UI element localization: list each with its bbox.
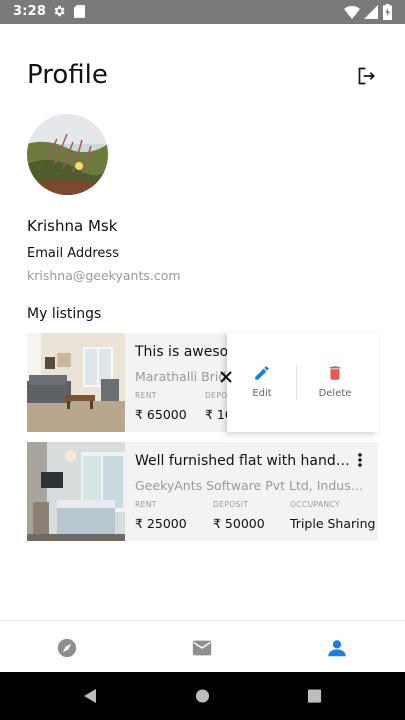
logout-icon[interactable] <box>357 66 377 86</box>
occupancy-value: Triple Sharing <box>290 516 376 531</box>
gear-icon <box>54 5 65 17</box>
occupancy-label: OCCUPANCY <box>290 500 340 509</box>
listing-thumbnail <box>27 333 125 432</box>
email-label: Email Address <box>27 246 119 261</box>
home-icon[interactable] <box>195 688 210 704</box>
page-title: Profile <box>27 60 108 90</box>
more-vertical-icon[interactable] <box>353 452 367 468</box>
profile-name: Krishna Msk <box>27 217 118 235</box>
signal-icon <box>364 5 378 19</box>
back-icon[interactable] <box>82 688 98 704</box>
recents-icon[interactable] <box>307 688 322 704</box>
sd-card-icon <box>74 5 85 18</box>
listing-action-menu: Edit Delete <box>227 333 378 432</box>
listing-card[interactable]: Well furnished flat with handcrafted Gee… <box>27 442 378 541</box>
rent-label: RENT <box>135 500 157 509</box>
tab-profile[interactable] <box>270 621 405 673</box>
battery-icon <box>383 4 392 20</box>
rent-value: ₹ 25000 <box>135 516 187 531</box>
system-navigation-bar <box>0 672 405 720</box>
wifi-icon <box>344 6 360 19</box>
mail-icon <box>192 640 212 656</box>
deposit-value: ₹ 50000 <box>213 516 265 531</box>
my-listings-title: My listings <box>27 306 102 322</box>
rent-value: ₹ 65000 <box>135 407 187 422</box>
bottom-navigation <box>0 620 405 672</box>
close-icon[interactable] <box>218 369 234 385</box>
pencil-icon <box>255 366 269 380</box>
email-value: krishna@geekyants.com <box>27 268 181 283</box>
tab-messages[interactable] <box>135 621 270 673</box>
compass-icon <box>57 638 77 658</box>
status-bar: 3:28 <box>0 0 405 24</box>
status-time: 3:28 <box>13 4 47 19</box>
trash-icon <box>329 366 341 380</box>
rent-label: RENT <box>135 391 157 400</box>
edit-label: Edit <box>252 388 272 399</box>
listing-title: Well furnished flat with handcrafted <box>135 453 350 469</box>
listing-address: GeekyAnts Software Pvt Ltd, Industrial A… <box>135 478 367 493</box>
delete-label: Delete <box>318 388 352 399</box>
divider <box>296 365 297 400</box>
tab-explore[interactable] <box>0 621 135 673</box>
avatar <box>27 114 108 195</box>
delete-button[interactable]: Delete <box>300 333 370 432</box>
deposit-label: DEPOSIT <box>213 500 249 509</box>
edit-button[interactable]: Edit <box>227 333 297 432</box>
person-icon <box>328 640 346 657</box>
listing-thumbnail <box>27 442 125 541</box>
